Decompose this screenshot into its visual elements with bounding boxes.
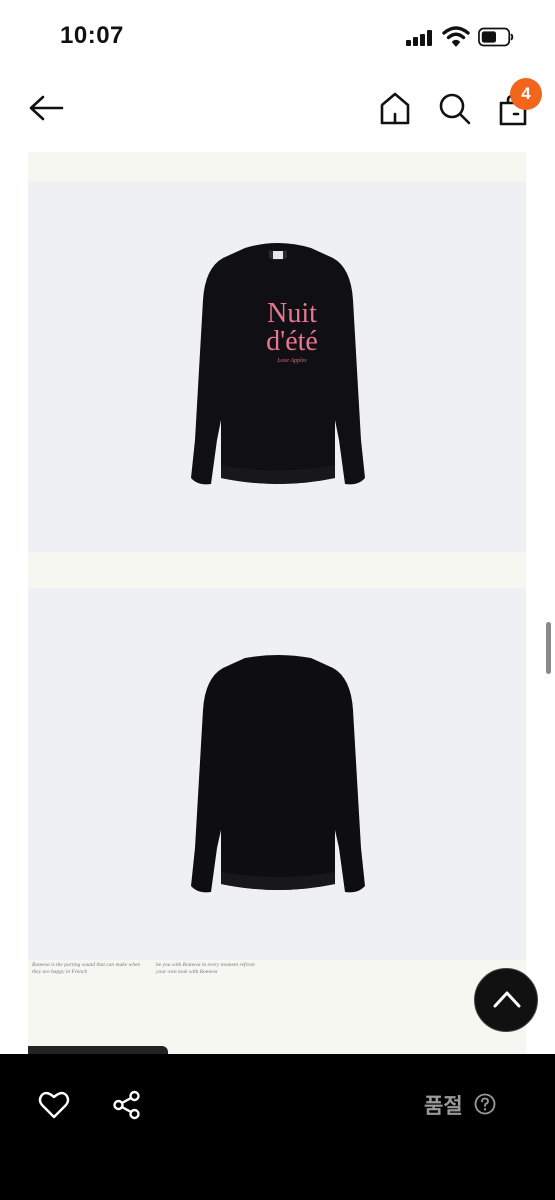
- product-photo-back: [28, 588, 526, 960]
- help-circle-icon[interactable]: [474, 1093, 496, 1115]
- chevron-up-icon: [493, 991, 521, 1008]
- app-header: [0, 72, 555, 148]
- status-time: 10:07: [60, 22, 124, 49]
- wifi-icon: [442, 26, 470, 47]
- caption-left: Romeva is the parting sound that can mak…: [32, 962, 141, 975]
- search-icon[interactable]: [438, 92, 472, 126]
- sweater-print-text: d'été: [266, 326, 318, 357]
- scrollbar[interactable]: [546, 622, 551, 674]
- cart-count-badge: 4: [510, 78, 542, 110]
- heart-icon[interactable]: [38, 1090, 70, 1120]
- status-bar: 10:07: [0, 0, 555, 72]
- sold-out-label: 품절: [424, 1094, 463, 1118]
- bottom-action-bar: [0, 1054, 555, 1200]
- share-icon[interactable]: [112, 1090, 142, 1120]
- back-arrow-icon[interactable]: [28, 94, 64, 122]
- product-photo-front: Nuit d'été Love Apples: [28, 182, 526, 552]
- cellular-signal-icon: [406, 30, 434, 46]
- product-detail-images: Nuit d'été Love Apples Romeva is the par…: [28, 152, 526, 1054]
- sweater-print-text: Nuit: [267, 298, 317, 329]
- home-icon[interactable]: [379, 92, 411, 126]
- sweater-front-image: [191, 243, 365, 485]
- battery-icon: [478, 27, 514, 47]
- sweater-back-image: [191, 655, 365, 893]
- next-image-edge: [28, 1046, 168, 1054]
- caption-right: be you with Romeva in every moment refre…: [156, 962, 255, 975]
- scroll-to-top-button[interactable]: [474, 968, 538, 1032]
- sweater-print-subtext: Love Apples: [277, 358, 307, 364]
